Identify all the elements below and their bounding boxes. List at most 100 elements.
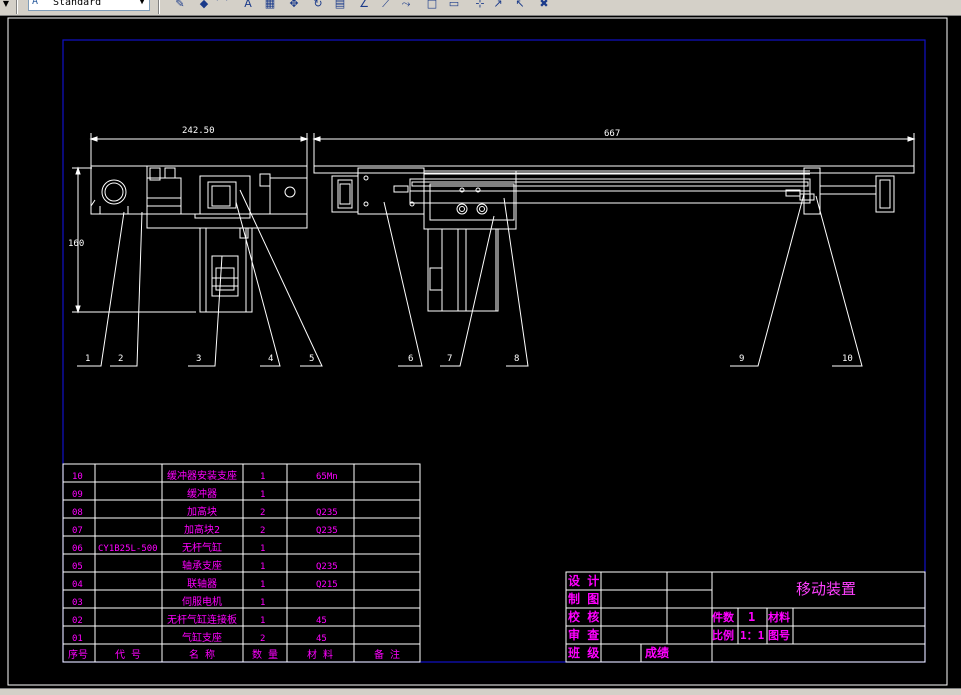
angle-icon[interactable]: ∠ [356, 0, 372, 11]
bom-row-name: 无杆气缸 [182, 541, 222, 554]
bom-header-cell: 备 注 [374, 648, 400, 661]
label-design: 设 计 [568, 573, 599, 588]
bom-row-no: 07 [72, 526, 83, 536]
chevron-down-icon[interactable]: ▼ [136, 0, 148, 9]
balloon-3: 3 [196, 354, 201, 364]
bom-header-cell: 名 称 [189, 648, 215, 661]
bom-row-code: CY1B25L-500 [98, 544, 158, 554]
bom-row-no: 10 [72, 472, 83, 482]
dropdown-arrow-icon[interactable]: ▼ [0, 0, 12, 11]
toolbar: ▼ A Standard ▼ ✎ ◆ ⌒ A ▦ ✥ ↻ ▤ ∠ ⟋ ⤳ □ ▭ ⊹ ↗ ↖ ✖ [0, 0, 961, 16]
pan-icon[interactable]: ✥ [286, 0, 302, 11]
eraser-icon[interactable]: ✖ [536, 0, 552, 11]
label-check: 校 核 [568, 609, 599, 624]
bom-row-no: 01 [72, 634, 83, 644]
balloon-1: 1 [85, 354, 90, 364]
balloon-7: 7 [447, 354, 452, 364]
bom-row-name: 气缸支座 [182, 631, 222, 644]
bom-row-no: 08 [72, 508, 83, 518]
dimension-width-left: 242.50 [182, 126, 215, 136]
bom-row-material: 45 [316, 616, 327, 626]
bom-table: 10 缓冲器安装支座 1 65Mn09 缓冲器 108 加高块 2 Q23507 加高块2 2 Q23… [68, 469, 400, 661]
dimension-width-right: 667 [604, 129, 620, 139]
paint-bucket-icon[interactable]: ◆ [196, 0, 212, 11]
toolbar-separator [16, 0, 18, 14]
label-drawing-no: 图号 [768, 629, 790, 642]
bom-row-qty: 2 [260, 634, 265, 644]
bom-header-cell: 代 号 [115, 649, 141, 661]
status-bar [0, 688, 961, 695]
label-count: 件数 [712, 610, 735, 624]
label-draft: 制 图 [568, 591, 599, 606]
balloon-6: 6 [408, 354, 413, 364]
bom-row-no: 06 [72, 544, 83, 554]
line-tool-icon[interactable]: ⟋ [378, 0, 394, 11]
bom-row-name: 加高块 [187, 505, 217, 518]
arc-tool-icon[interactable]: ⌒ [214, 0, 230, 11]
bom-table-grid [62, 463, 421, 663]
title-block-grid [565, 571, 926, 663]
polyline-icon[interactable]: ⤳ [398, 0, 414, 11]
cad-drawing[interactable]: 242.50 667 160 1 2 3 4 5 6 7 8 9 10 10 缓… [0, 16, 961, 688]
bom-row-name: 缓冲器 [187, 487, 217, 500]
bom-row-name: 联轴器 [187, 577, 217, 590]
bom-row-qty: 2 [260, 526, 265, 536]
rotate-icon[interactable]: ↻ [310, 0, 326, 11]
bom-row-name: 无杆气缸连接板 [167, 613, 237, 626]
window-icon[interactable]: ▭ [446, 0, 462, 11]
bom-row-no: 04 [72, 580, 83, 590]
count-value: 1 [748, 610, 755, 624]
bom-row-no: 02 [72, 616, 83, 626]
label-material: 材料 [768, 610, 790, 624]
dimension-icon[interactable]: ⊹ [472, 0, 488, 11]
text-style-combo[interactable]: A Standard ▼ [28, 0, 150, 11]
label-scale: 比例 [712, 628, 734, 642]
bom-row-name: 伺服电机 [182, 595, 222, 608]
toolbar-separator [158, 0, 160, 14]
balloon-2: 2 [118, 354, 123, 364]
cursor-icon[interactable]: ↖ [512, 0, 528, 11]
bom-row-qty: 1 [260, 490, 265, 500]
bom-row-qty: 1 [260, 580, 265, 590]
front-view [312, 133, 916, 312]
bom-row-qty: 1 [260, 472, 265, 482]
dimension-height: 160 [68, 239, 84, 249]
bom-row-qty: 1 [260, 544, 265, 554]
bom-row-qty: 1 [260, 562, 265, 572]
balloon-5: 5 [309, 354, 314, 364]
bom-row-qty: 2 [260, 508, 265, 518]
bom-row-name: 轴承支座 [182, 559, 222, 572]
balloon-10: 10 [842, 354, 853, 364]
text-style-value: Standard [53, 0, 102, 8]
drawing-title: 移动装置 [796, 580, 856, 598]
side-view [72, 133, 309, 314]
balloon-8: 8 [514, 354, 519, 364]
bom-row-material: Q215 [316, 580, 338, 590]
bom-header-cell: 数 量 [252, 648, 278, 661]
table-icon[interactable]: ▤ [332, 0, 348, 11]
balloon-9: 9 [739, 354, 744, 364]
scale-value: 1：1 [740, 629, 765, 642]
label-review: 审 查 [568, 627, 600, 642]
bom-row-no: 03 [72, 598, 83, 608]
bom-row-qty: 1 [260, 616, 265, 626]
class-value: 成绩 [645, 645, 669, 660]
pencil-icon[interactable]: ✎ [172, 0, 188, 11]
bom-row-name: 加高块2 [184, 523, 220, 536]
bom-header-cell: 序号 [68, 648, 88, 661]
bom-row-material: 45 [316, 634, 327, 644]
leader-icon[interactable]: ↗ [490, 0, 506, 11]
text-style-icon: A [32, 0, 39, 7]
bom-row-material: Q235 [316, 508, 338, 518]
multiline-text-icon[interactable]: A [240, 0, 256, 11]
bom-row-material: Q235 [316, 562, 338, 572]
rectangle-icon[interactable]: □ [424, 0, 440, 11]
bom-header-cell: 材 料 [307, 648, 333, 661]
grid-icon[interactable]: ▦ [262, 0, 278, 11]
bom-row-name: 缓冲器安装支座 [167, 469, 237, 482]
label-class: 班 级 [568, 645, 599, 660]
bom-row-material: Q235 [316, 526, 338, 536]
balloon-4: 4 [268, 354, 273, 364]
bom-row-no: 09 [72, 490, 83, 500]
bom-row-no: 05 [72, 562, 83, 572]
